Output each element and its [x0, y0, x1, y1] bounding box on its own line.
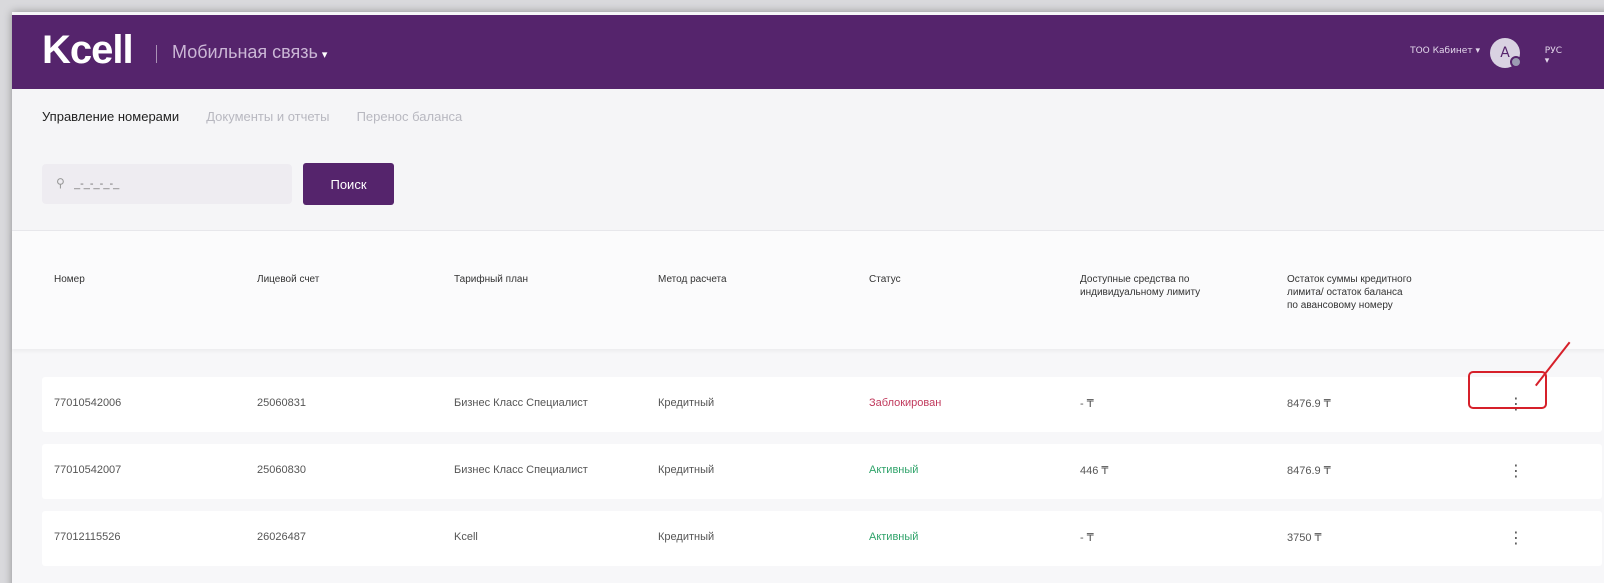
cell-remaining-balance: 8476.9 ₸: [1287, 465, 1331, 477]
company-dropdown[interactable]: ТОО Кабинет ▾: [1410, 46, 1480, 56]
column-header-available-funds: Доступные средства по индивидуальному ли…: [1080, 274, 1201, 298]
annotation-highlight-box: [1468, 371, 1547, 409]
caret-down-icon: ▾: [1544, 56, 1550, 66]
more-actions-icon[interactable]: ⋮: [1508, 525, 1524, 551]
cell-available-funds: - ₸: [1080, 398, 1094, 410]
column-header-method: Метод расчета: [658, 274, 727, 285]
table-header: Номер Лицевой счет Тарифный план Метод р…: [12, 231, 1604, 349]
section-tabs: Управление номерами Документы и отчеты П…: [42, 106, 484, 130]
status-badge: Заблокирован: [869, 397, 942, 409]
status-badge: Активный: [869, 531, 919, 543]
cell-number: 77012115526: [54, 531, 121, 543]
table-row[interactable]: 77012115526 26026487 Kcell Кредитный Акт…: [42, 511, 1602, 566]
column-header-remaining-balance: Остаток суммы кредитного лимита/ остаток…: [1287, 274, 1412, 311]
cell-method: Кредитный: [658, 464, 715, 476]
cell-available-funds: - ₸: [1080, 532, 1094, 544]
column-header-account: Лицевой счет: [257, 274, 320, 285]
caret-down-icon: ▾: [321, 49, 328, 61]
language-label: РУС: [1544, 46, 1562, 56]
language-dropdown[interactable]: РУС ▾: [1545, 46, 1562, 66]
cell-plan: Kcell: [454, 531, 478, 543]
cell-available-funds: 446 ₸: [1080, 465, 1109, 477]
table-row[interactable]: 77010542006 25060831 Бизнес Класс Специа…: [42, 377, 1602, 432]
service-label: Мобильная связь: [172, 42, 318, 62]
table-row[interactable]: 77010542007 25060830 Бизнес Класс Специа…: [42, 444, 1602, 499]
column-header-status: Статус: [869, 274, 901, 285]
service-dropdown[interactable]: Мобильная связь ▾: [172, 42, 327, 63]
tab-documents-reports[interactable]: Документы и отчеты: [206, 109, 329, 124]
cell-plan: Бизнес Класс Специалист: [454, 397, 588, 409]
search-input[interactable]: [74, 173, 274, 195]
caret-down-icon: ▾: [1475, 46, 1480, 56]
cell-plan: Бизнес Класс Специалист: [454, 464, 588, 476]
app-window: Kcell Мобильная связь ▾ ТОО Кабинет ▾ A Р…: [12, 12, 1604, 583]
cell-account: 25060830: [257, 464, 306, 476]
kcell-logo[interactable]: Kcell: [42, 28, 134, 73]
cell-method: Кредитный: [658, 397, 715, 409]
top-navbar: Kcell Мобильная связь ▾ ТОО Кабинет ▾ A Р…: [12, 15, 1604, 89]
tab-number-management[interactable]: Управление номерами: [42, 109, 179, 124]
cell-method: Кредитный: [658, 531, 715, 543]
cell-remaining-balance: 3750 ₸: [1287, 532, 1322, 544]
cell-number: 77010542006: [54, 397, 122, 409]
cell-remaining-balance: 8476.9 ₸: [1287, 398, 1331, 410]
logo-divider: [156, 45, 157, 63]
status-badge: Активный: [869, 464, 919, 476]
search-box: ⚲: [42, 164, 292, 204]
search-icon: ⚲: [56, 176, 65, 190]
company-label: ТОО Кабинет: [1410, 46, 1473, 56]
avatar-badge-icon: [1510, 56, 1522, 68]
cell-number: 77010542007: [54, 464, 122, 476]
tab-balance-transfer[interactable]: Перенос баланса: [357, 109, 463, 124]
search-button[interactable]: Поиск: [303, 163, 394, 205]
cell-account: 26026487: [257, 531, 306, 543]
more-actions-icon[interactable]: ⋮: [1508, 458, 1524, 484]
cell-account: 25060831: [257, 397, 306, 409]
numbers-table: Номер Лицевой счет Тарифный план Метод р…: [12, 230, 1604, 583]
column-header-number: Номер: [54, 274, 85, 285]
column-header-plan: Тарифный план: [454, 274, 529, 285]
